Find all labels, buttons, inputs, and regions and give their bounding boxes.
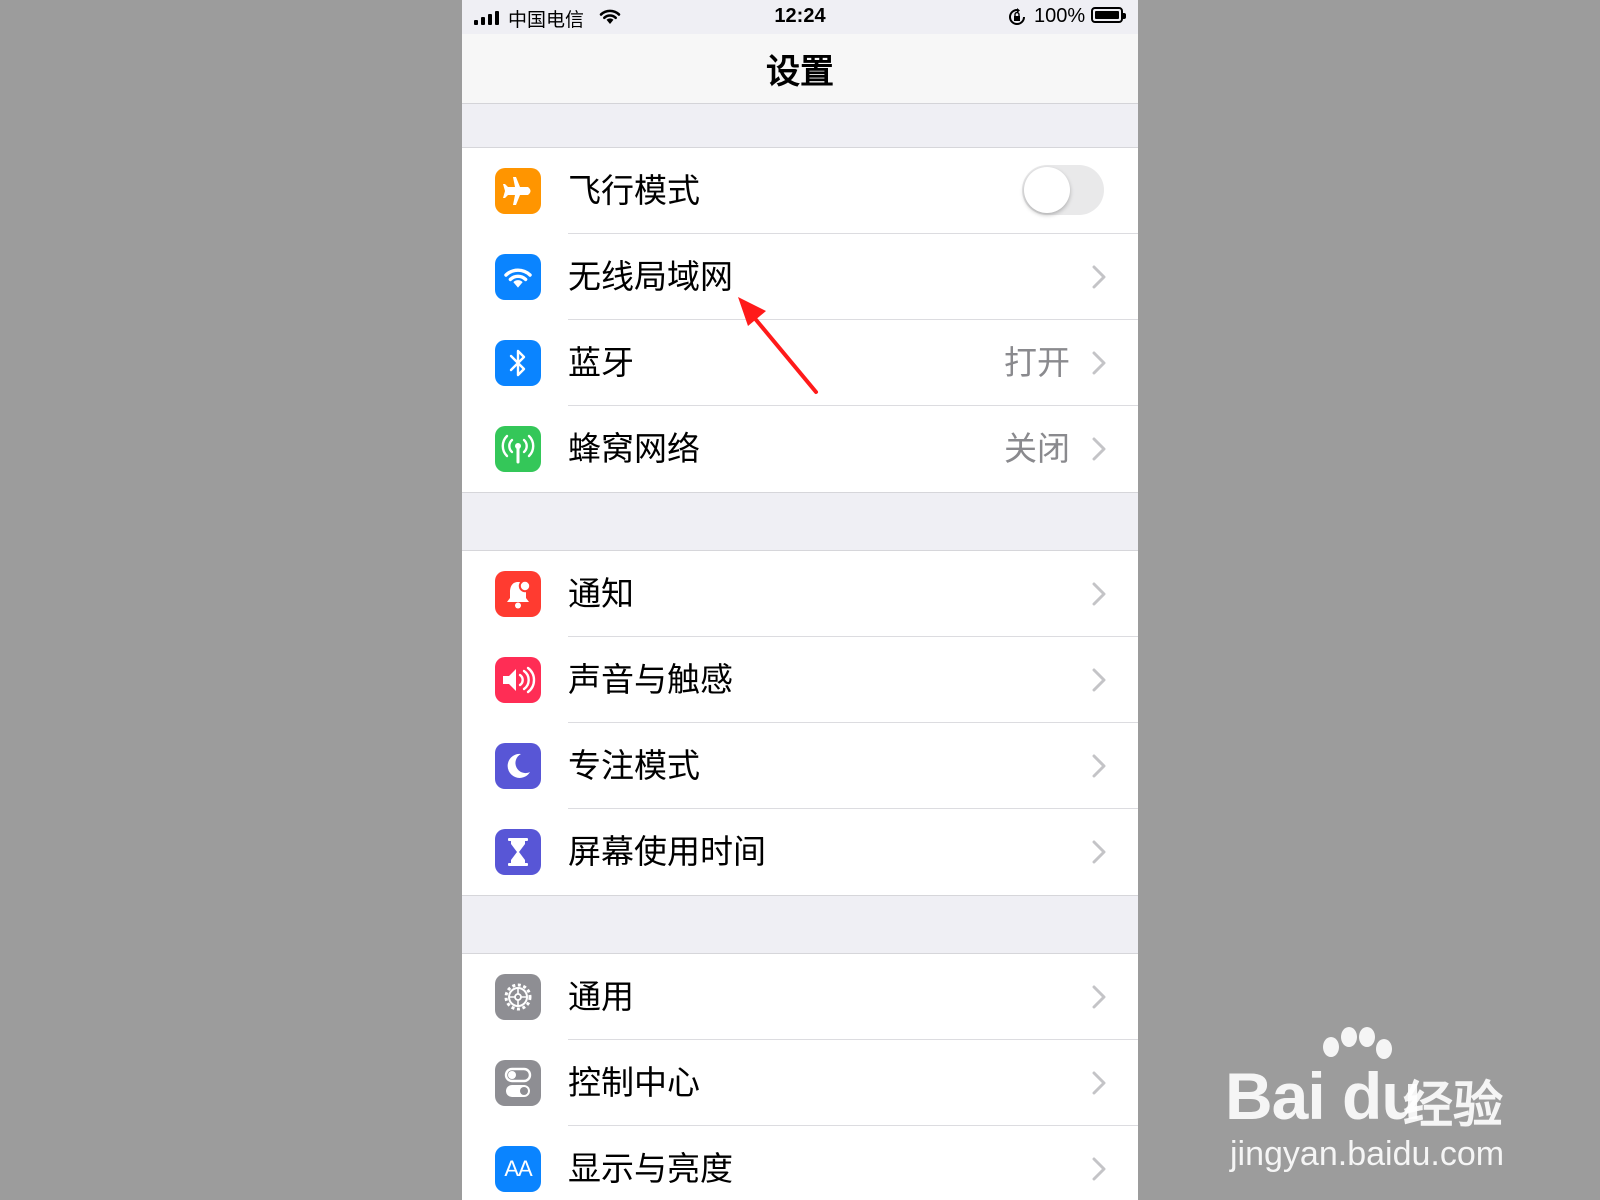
settings-row-label: 显示与亮度 <box>568 1149 733 1188</box>
settings-row-label: 声音与触感 <box>568 660 733 699</box>
hourglass-icon <box>495 829 541 875</box>
settings-row-notifications[interactable]: 通知 <box>462 551 1138 637</box>
rotation-lock-icon <box>1009 8 1025 25</box>
moon-icon <box>495 743 541 789</box>
settings-row-label: 控制中心 <box>568 1063 700 1102</box>
battery-icon <box>1091 7 1126 23</box>
chevron-right-icon <box>1092 437 1106 461</box>
settings-row-sounds-haptics[interactable]: 声音与触感 <box>462 637 1138 723</box>
page-title: 设置 <box>766 52 834 92</box>
chevron-right-icon <box>1092 754 1106 778</box>
watermark-url: jingyan.baidu.com <box>1230 1135 1505 1173</box>
settings-row-wlan[interactable]: 无线局域网 <box>462 234 1138 320</box>
airplane-mode-toggle[interactable] <box>1022 165 1104 215</box>
settings-row-value: 关闭 <box>1004 429 1070 468</box>
text-size-icon-glyph: AA <box>504 1156 532 1181</box>
settings-row-bluetooth[interactable]: 蓝牙 打开 <box>462 320 1138 406</box>
nav-bar: 设置 <box>462 34 1138 104</box>
gear-icon <box>495 974 541 1020</box>
battery-percent: 100% <box>1034 5 1086 27</box>
settings-row-general[interactable]: 通用 <box>462 954 1138 1040</box>
settings-row-label: 屏幕使用时间 <box>568 832 766 871</box>
chevron-right-icon <box>1092 265 1106 289</box>
settings-row-label: 通知 <box>568 574 634 613</box>
chevron-right-icon <box>1092 1071 1106 1095</box>
settings-row-display-brightness[interactable]: AA 显示与亮度 <box>462 1126 1138 1200</box>
settings-row-airplane-mode[interactable]: 飞行模式 <box>462 148 1138 234</box>
settings-row-label: 无线局域网 <box>568 257 733 296</box>
airplane-icon <box>495 168 541 214</box>
status-bar: 中国电信 12:24 100% <box>462 0 1138 34</box>
chevron-right-icon <box>1092 668 1106 692</box>
settings-group-notifications: 通知 声音与触感 专注模式 屏幕使用时间 <box>462 550 1138 896</box>
settings-row-control-center[interactable]: 控制中心 <box>462 1040 1138 1126</box>
switches-icon <box>495 1060 541 1106</box>
chevron-right-icon <box>1092 1157 1106 1181</box>
chevron-right-icon <box>1092 582 1106 606</box>
settings-row-value: 打开 <box>1004 343 1070 382</box>
settings-row-focus[interactable]: 专注模式 <box>462 723 1138 809</box>
bell-icon <box>495 571 541 617</box>
settings-group-connectivity: 飞行模式 无线局域网 蓝牙 打开 蜂窝网络 关闭 <box>462 147 1138 493</box>
wifi-icon <box>495 254 541 300</box>
settings-row-cellular[interactable]: 蜂窝网络 关闭 <box>462 406 1138 492</box>
watermark-brand: Bai du <box>1225 1059 1422 1133</box>
watermark-product: 经验 <box>1403 1076 1503 1134</box>
toggle-knob <box>1024 167 1070 213</box>
bluetooth-icon <box>495 340 541 386</box>
settings-row-label: 通用 <box>568 977 634 1016</box>
settings-group-general: 通用 控制中心 AA 显示与亮度 <box>462 953 1138 1200</box>
chevron-right-icon <box>1092 985 1106 1009</box>
settings-row-label: 蜂窝网络 <box>568 429 700 468</box>
baidu-jingyan-watermark: Bai du 经验 jingyan.baidu.com <box>1225 1025 1525 1175</box>
settings-row-label: 蓝牙 <box>568 343 634 382</box>
cellular-antenna-icon <box>495 426 541 472</box>
settings-screen: 中国电信 12:24 100% 设置 飞行模式 无线局域网 蓝牙 打开 蜂窝网络… <box>462 0 1138 1200</box>
settings-row-label: 飞行模式 <box>568 171 700 210</box>
chevron-right-icon <box>1092 840 1106 864</box>
text-size-icon: AA <box>495 1146 541 1192</box>
settings-row-label: 专注模式 <box>568 746 700 785</box>
speaker-icon <box>495 657 541 703</box>
chevron-right-icon <box>1092 351 1106 375</box>
settings-row-screen-time[interactable]: 屏幕使用时间 <box>462 809 1138 895</box>
